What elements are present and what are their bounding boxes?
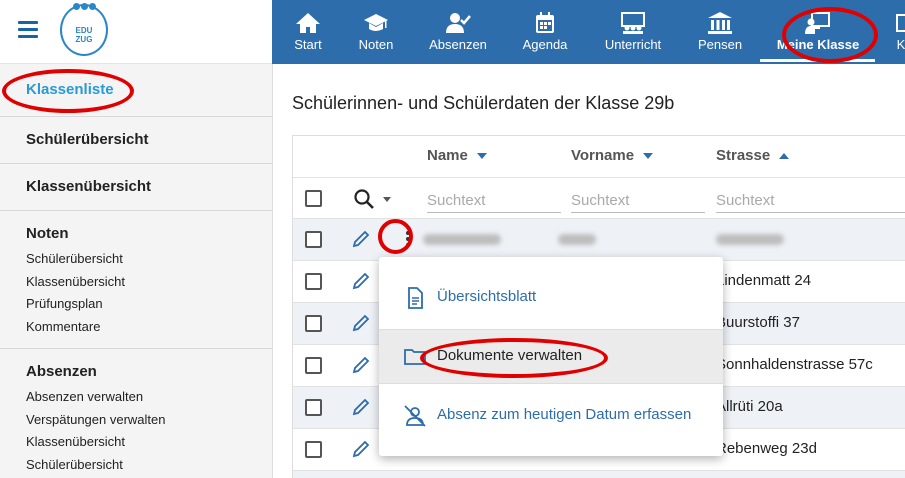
sidebar-item-schueleruebersicht[interactable]: Schülerübersicht (26, 117, 246, 163)
sidebar-subitem-absenzen-klassenuebersicht[interactable]: Klassenübersicht (26, 431, 246, 454)
pencil-icon[interactable] (351, 271, 371, 291)
user-check-icon (446, 13, 471, 33)
page-title: Schülerinnen- und Schülerdaten der Klass… (292, 93, 675, 113)
sidebar-subitem-verspaetungen-verwalten[interactable]: Verspätungen verwalten (26, 409, 246, 432)
sidebar-item-klassenliste[interactable]: Klassenliste (26, 64, 246, 116)
pencil-icon[interactable] (351, 229, 371, 249)
hamburger-menu-icon[interactable] (18, 21, 38, 38)
nav-start[interactable]: Start (286, 0, 330, 64)
teacher-board-icon (805, 12, 830, 34)
row-checkbox[interactable] (305, 231, 322, 248)
sidebar-section-klassenliste: Klassenliste (0, 64, 272, 117)
cell-strasse: Rebenweg 23d (716, 440, 817, 457)
row-checkbox[interactable] (305, 441, 322, 458)
sidebar-subitem-noten-klassenuebersicht[interactable]: Klassenübersicht (26, 271, 246, 294)
menu-divider (379, 383, 723, 384)
vorname-search-input[interactable] (571, 188, 705, 213)
table-row (293, 471, 905, 478)
row-checkbox[interactable] (305, 273, 322, 290)
menu-item-uebersichtsblatt[interactable]: Übersichtsblatt (379, 271, 723, 324)
cell-strasse: Buurstoffi 37 (716, 314, 800, 331)
column-header-vorname[interactable]: Vorname (571, 147, 654, 164)
table-row[interactable] (293, 219, 905, 261)
nav-agenda[interactable]: Agenda (520, 0, 570, 64)
cell-strasse: Lindenmatt 24 (716, 272, 812, 289)
table-header-row: Name Vorname Strasse (293, 136, 905, 178)
pencil-icon[interactable] (351, 355, 371, 375)
sidebar: Klassenliste Schülerübersicht Klassenübe… (0, 64, 273, 478)
row-checkbox[interactable] (305, 315, 322, 332)
menu-item-dokumente-verwalten[interactable]: Dokumente verwalten (379, 330, 723, 383)
nav-meine-klasse[interactable]: Meine Klasse (764, 0, 872, 64)
strasse-search-input[interactable] (716, 188, 905, 213)
sidebar-group-noten: Noten Schülerübersicht Klassenübersicht … (0, 211, 272, 349)
truncated-icon (896, 14, 905, 32)
institution-icon (708, 12, 732, 34)
edu-zug-logo[interactable]: EDU ZUG (60, 3, 108, 56)
sidebar-group-absenzen: Absenzen Absenzen verwalten Verspätungen… (0, 349, 272, 478)
sidebar-section-schueleruebersicht: Schülerübersicht (0, 117, 272, 164)
blurred-vorname (558, 234, 596, 245)
folder-icon (404, 349, 426, 365)
active-tab-indicator (760, 59, 875, 62)
search-icon[interactable] (353, 188, 375, 210)
sidebar-subitem-absenzen-schueleruebersicht[interactable]: Schülerübersicht (26, 454, 246, 477)
sidebar-group-title: Noten (26, 225, 69, 242)
home-icon (296, 13, 320, 33)
document-icon (408, 287, 423, 309)
select-all-checkbox[interactable] (305, 190, 322, 207)
sort-desc-icon (476, 153, 487, 160)
sort-asc-icon (779, 153, 790, 160)
row-context-menu: Übersichtsblatt Dokumente verwalten Abse… (379, 257, 723, 456)
classroom-icon (621, 12, 645, 34)
pencil-icon[interactable] (351, 313, 371, 333)
user-off-icon (404, 405, 426, 427)
row-checkbox[interactable] (305, 399, 322, 416)
top-navigation: Start Noten Absenzen Agenda Unterricht P… (272, 0, 905, 64)
pencil-icon[interactable] (351, 439, 371, 459)
sidebar-subitem-absenzen-verwalten[interactable]: Absenzen verwalten (26, 386, 246, 409)
pencil-icon[interactable] (351, 397, 371, 417)
column-header-strasse[interactable]: Strasse (716, 147, 790, 164)
nav-unterricht[interactable]: Unterricht (602, 0, 664, 64)
nav-noten[interactable]: Noten (352, 0, 400, 64)
app-window: EDU ZUG Start Noten Absenzen Agenda Unte… (0, 0, 905, 478)
nav-truncated[interactable]: K (893, 0, 905, 64)
more-options-button[interactable] (398, 229, 418, 251)
sidebar-subitem-pruefungsplan[interactable]: Prüfungsplan (26, 293, 246, 316)
blurred-strasse (716, 234, 784, 245)
sidebar-item-klassenuebersicht[interactable]: Klassenübersicht (26, 164, 246, 210)
nav-absenzen[interactable]: Absenzen (426, 0, 490, 64)
sidebar-section-klassenuebersicht: Klassenübersicht (0, 164, 272, 211)
menu-item-absenz-erfassen[interactable]: Absenz zum heutigen Datum erfassen (379, 389, 723, 442)
column-header-name[interactable]: Name (427, 147, 487, 164)
sidebar-subitem-noten-schueleruebersicht[interactable]: Schülerübersicht (26, 248, 246, 271)
name-search-input[interactable] (427, 188, 561, 213)
calendar-icon (536, 12, 554, 33)
blurred-name (423, 234, 501, 245)
brand-bar: EDU ZUG (0, 0, 272, 64)
sidebar-subitem-kommentare[interactable]: Kommentare (26, 316, 246, 339)
sidebar-group-title: Absenzen (26, 363, 97, 380)
sort-desc-icon (643, 153, 654, 160)
nav-pensen[interactable]: Pensen (696, 0, 744, 64)
filter-row (293, 178, 905, 219)
cell-strasse: Allrüti 20a (716, 398, 783, 415)
filter-dropdown-icon[interactable] (383, 197, 391, 202)
cell-strasse: Sonnhaldenstrasse 57c (716, 356, 873, 373)
graduation-cap-icon (364, 14, 388, 31)
row-checkbox[interactable] (305, 357, 322, 374)
